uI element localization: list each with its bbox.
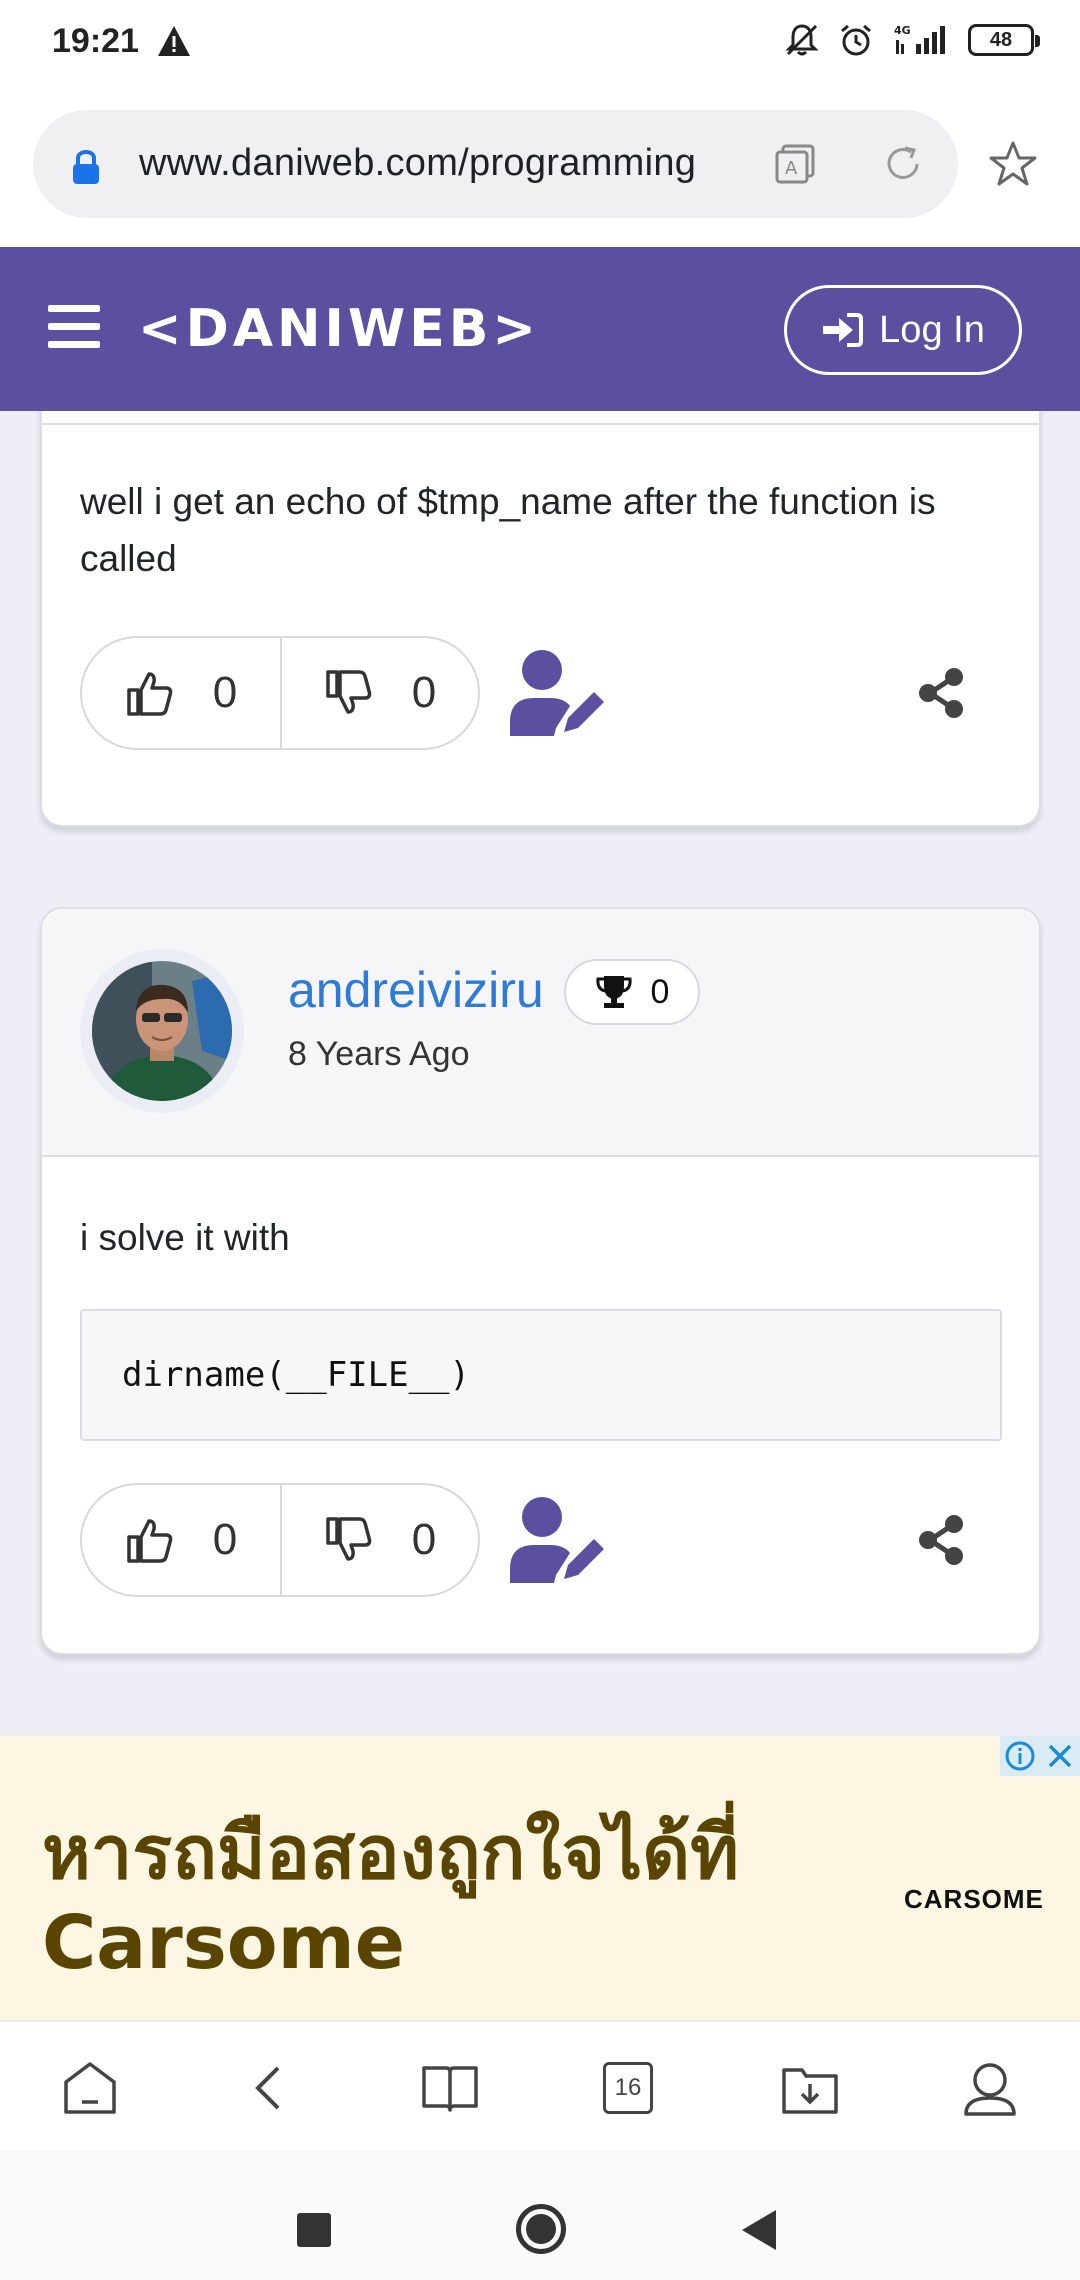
tab-count: 16 <box>603 2062 653 2114</box>
user-edit-icon[interactable] <box>508 648 608 738</box>
daniweb-logo[interactable]: <DANIWEB> <box>138 299 540 359</box>
system-home-button[interactable] <box>516 2204 566 2254</box>
ad-headline-line1: หารถมือสองถูกใจได้ที่ <box>42 1810 740 1896</box>
login-button[interactable]: Log In <box>784 285 1022 375</box>
downvote-button[interactable]: 0 <box>280 638 478 748</box>
browser-address-area: www.daniweb.com/programming A <box>0 90 1080 247</box>
recents-button[interactable] <box>297 2213 331 2247</box>
thumbs-down-icon <box>326 670 372 714</box>
post-body: well i get an echo of $tmp_name after th… <box>80 481 936 579</box>
thumbs-down-icon <box>326 1517 372 1561</box>
upvote-count: 0 <box>212 668 238 717</box>
status-bar: 19:21 4G 48 <box>0 0 1080 90</box>
ad-headline-line2: Carsome <box>42 1900 405 1986</box>
system-nav-bar <box>0 2150 1080 2280</box>
bookmarks-icon[interactable] <box>420 2058 480 2118</box>
bookmark-star-icon[interactable] <box>988 140 1038 188</box>
author-name[interactable]: andreiviziru <box>288 961 544 1019</box>
post-card: andreiviziru 0 8 Years Ago i solve it wi… <box>40 907 1041 1655</box>
alarm-icon <box>841 24 871 56</box>
avatar-image <box>92 961 232 1101</box>
address-bar[interactable]: www.daniweb.com/programming A <box>33 110 958 218</box>
lock-icon <box>73 150 99 184</box>
svg-text:A: A <box>785 158 798 179</box>
menu-icon[interactable] <box>48 305 100 349</box>
downvote-count: 0 <box>411 668 437 717</box>
reputation-count: 0 <box>650 972 670 1011</box>
signal-icon: 4G <box>894 24 945 54</box>
post-card: well i get an echo of $tmp_name after th… <box>40 411 1041 827</box>
tabs-button[interactable]: 16 <box>603 2062 663 2122</box>
reader-mode-icon[interactable]: A <box>773 142 821 186</box>
vote-group: 0 0 <box>80 636 480 750</box>
upvote-button[interactable]: 0 <box>82 1485 280 1595</box>
post-timestamp: 8 Years Ago <box>288 1035 470 1073</box>
upvote-button[interactable]: 0 <box>82 638 280 748</box>
svg-text:4G: 4G <box>894 24 911 37</box>
profile-icon[interactable] <box>960 2058 1020 2118</box>
url-text[interactable]: www.daniweb.com/programming <box>139 142 696 185</box>
user-edit-icon[interactable] <box>508 1495 608 1585</box>
site-header: <DANIWEB> Log In <box>0 247 1080 411</box>
post-header: andreiviziru 0 8 Years Ago <box>42 909 1039 1157</box>
system-back-button[interactable] <box>742 2210 776 2250</box>
sign-in-icon <box>823 313 864 347</box>
ad-headline: หารถมือสองถูกใจได้ที่ Carsome <box>42 1808 739 1988</box>
home-icon[interactable] <box>60 2058 120 2118</box>
downloads-icon[interactable] <box>780 2058 840 2118</box>
ad-brand-logo: CARSOME <box>904 1884 1044 1914</box>
login-label: Log In <box>879 308 985 351</box>
downvote-button[interactable]: 0 <box>280 1485 478 1595</box>
avatar[interactable] <box>80 949 244 1113</box>
upvote-count: 0 <box>212 1515 238 1564</box>
share-icon[interactable] <box>918 667 966 719</box>
status-time: 19:21 <box>52 22 139 60</box>
ad-info-icon[interactable] <box>1000 1736 1040 1776</box>
thumbs-up-icon <box>127 672 173 716</box>
vote-group: 0 0 <box>80 1483 480 1597</box>
browser-bottom-nav: 16 <box>0 2020 1080 2150</box>
thumbs-up-icon <box>127 1519 173 1563</box>
ad-close-icon[interactable] <box>1040 1736 1080 1776</box>
battery-icon: 48 <box>968 24 1040 56</box>
share-icon[interactable] <box>918 1514 966 1566</box>
muted-bell-icon <box>785 24 819 56</box>
back-icon[interactable] <box>240 2058 300 2118</box>
reputation-badge: 0 <box>564 959 700 1025</box>
downvote-count: 0 <box>411 1515 437 1564</box>
code-text: dirname(__FILE__) <box>122 1355 470 1395</box>
code-block: dirname(__FILE__) <box>80 1309 1002 1441</box>
trophy-icon <box>595 976 632 1008</box>
page-content: well i get an echo of $tmp_name after th… <box>0 411 1080 1736</box>
ad-banner[interactable]: หารถมือสองถูกใจได้ที่ Carsome CARSOME <box>0 1736 1080 2020</box>
reload-icon[interactable] <box>881 142 925 186</box>
warning-icon <box>158 26 190 56</box>
post-body: i solve it with <box>80 1217 290 1258</box>
